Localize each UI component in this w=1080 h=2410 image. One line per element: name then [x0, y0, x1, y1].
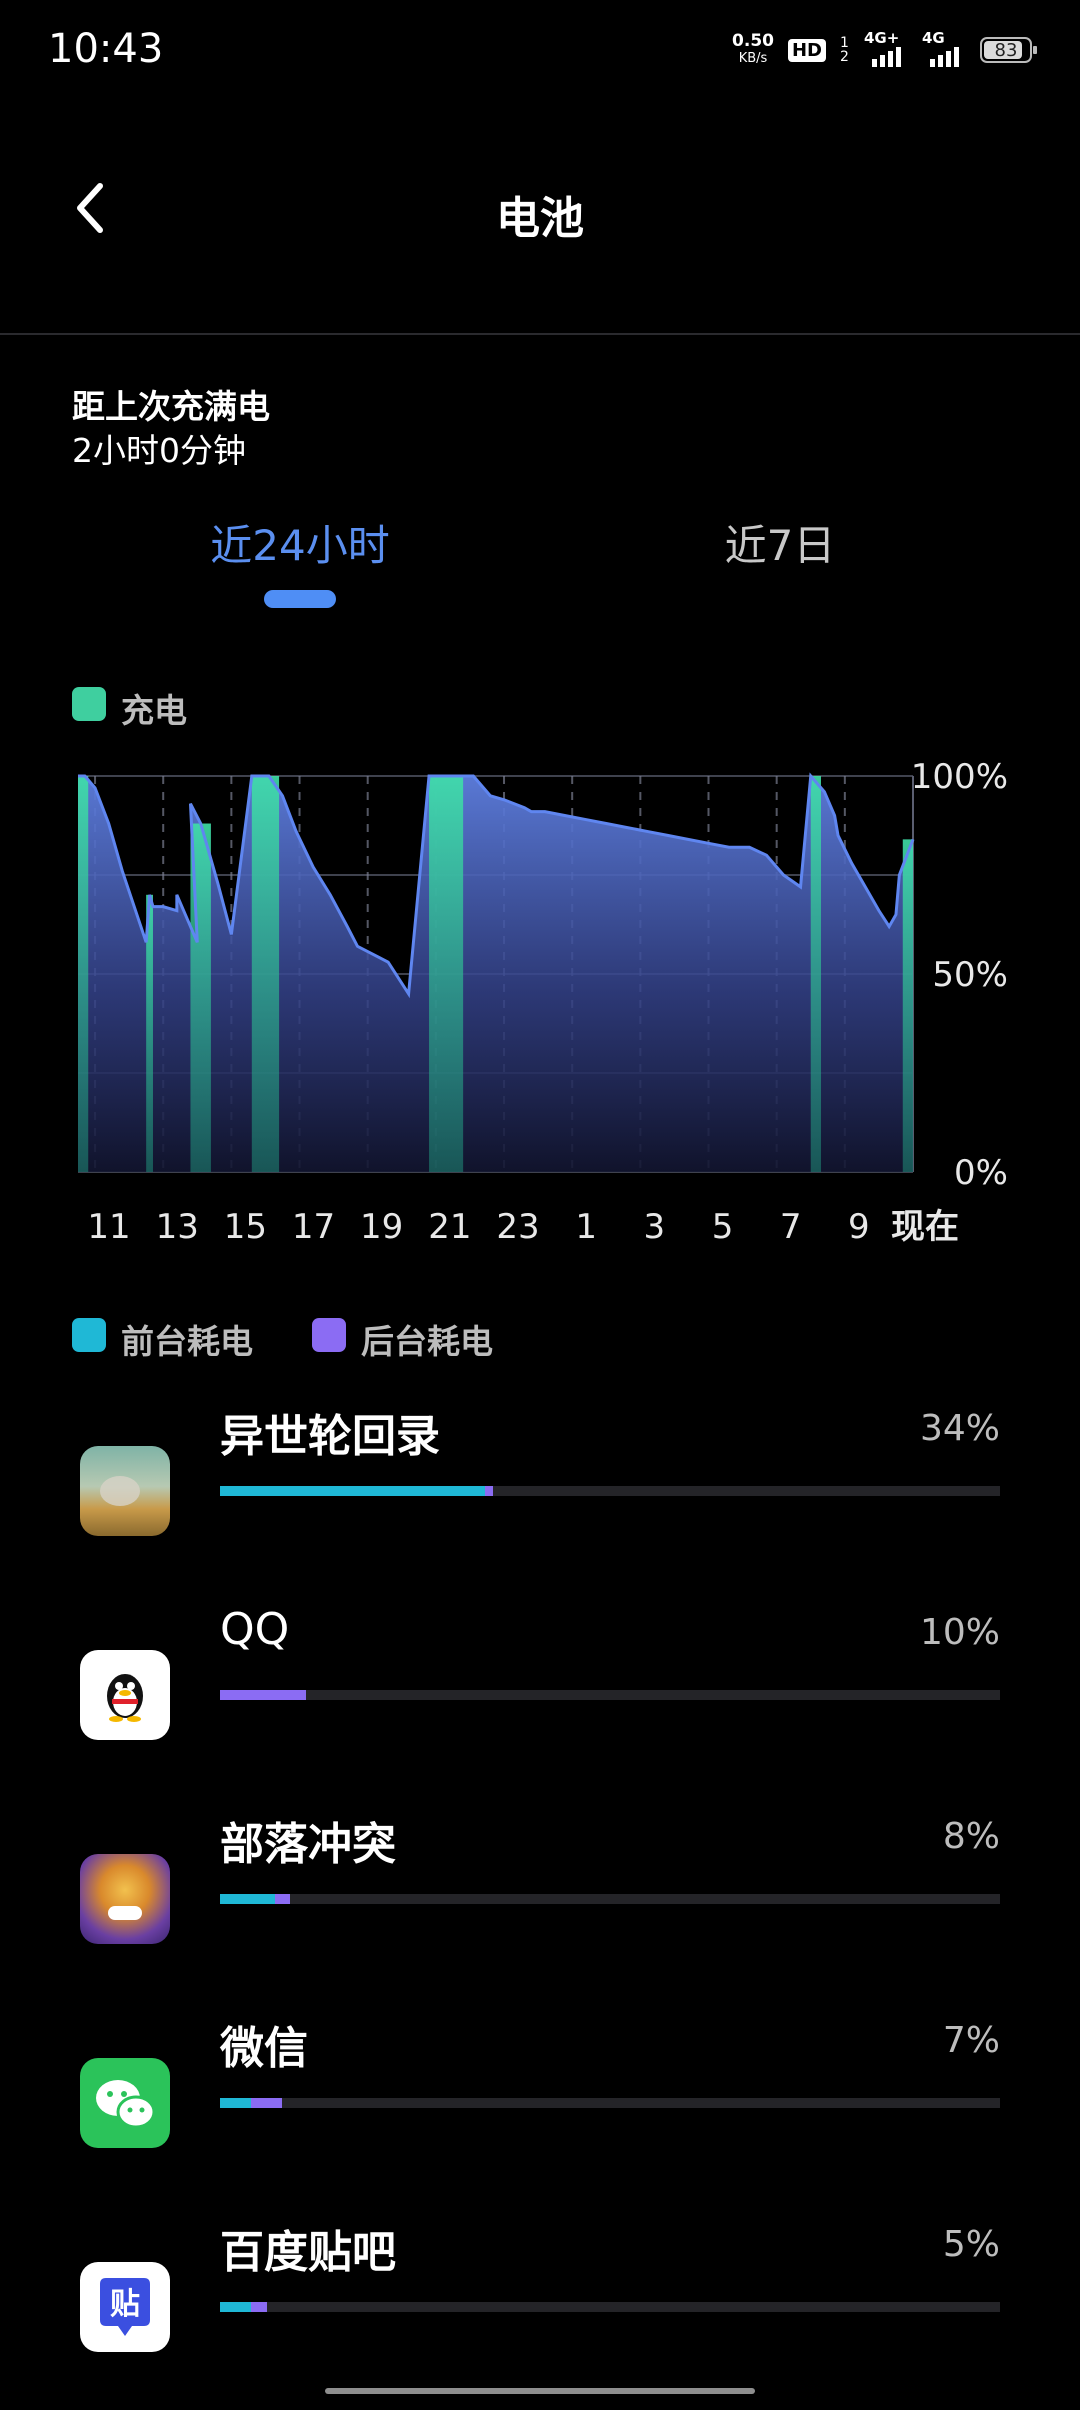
- app-row-clash[interactable]: 部落冲突 8%: [0, 1798, 1080, 2002]
- app-row-qq[interactable]: QQ 10%: [0, 1594, 1080, 1798]
- page-title: 电池: [496, 193, 584, 244]
- signal-icon-1: 4G+: [864, 29, 908, 67]
- x-tick-label: 21: [428, 1207, 471, 1247]
- charging-period-bar: [78, 776, 89, 1172]
- status-time: 10:43: [48, 26, 164, 72]
- app-name: 微信: [220, 2023, 308, 2074]
- sim-slots: 1 2: [840, 35, 849, 65]
- app-row-tieba[interactable]: 贴 百度贴吧 5%: [0, 2206, 1080, 2410]
- app-row-wechat[interactable]: 微信 7%: [0, 2002, 1080, 2206]
- x-tick-label: 19: [360, 1207, 403, 1247]
- usage-bar: [220, 2098, 1000, 2108]
- x-tick-label: 9: [848, 1207, 870, 1247]
- app-percent: 8%: [942, 1816, 1000, 1857]
- app-name: QQ: [220, 1604, 290, 1655]
- tieba-icon: 贴: [80, 2262, 170, 2352]
- charging-period-bar: [810, 776, 821, 1172]
- foreground-legend-swatch: [72, 1318, 106, 1352]
- charging-legend-swatch: [72, 687, 106, 721]
- app-percent: 10%: [919, 1612, 1000, 1653]
- app-name: 百度贴吧: [220, 2227, 396, 2278]
- wechat-icon: [80, 2058, 170, 2148]
- foreground-legend-label: 前台耗电: [121, 1322, 253, 1361]
- game-landscape-icon: [80, 1446, 170, 1536]
- battery-level: 83: [994, 39, 1018, 61]
- x-tick-label: 13: [156, 1207, 199, 1247]
- signal-1-label: 4G+: [864, 29, 900, 47]
- app-name: 部落冲突: [220, 1819, 396, 1870]
- background-usage-bar: [251, 2302, 267, 2312]
- battery-level-chart: 100%50%0% 11 13 15 17 19 21 23 1 3 5 7 9 现在: [78, 757, 1008, 1247]
- qq-penguin-icon: [80, 1650, 170, 1740]
- tab-last-7-days[interactable]: 近7日: [630, 512, 930, 573]
- home-indicator[interactable]: [325, 2388, 755, 2394]
- charging-period-bar: [429, 776, 464, 1172]
- charging-legend-label: 充电: [121, 691, 187, 730]
- background-usage-bar: [274, 1894, 291, 1904]
- foreground-usage-bar: [220, 2098, 252, 2108]
- x-tick-label: 1: [575, 1207, 597, 1247]
- app-percent: 7%: [942, 2020, 1000, 2061]
- network-speed: 0.50 KB/s: [732, 33, 774, 67]
- tab-last-24-hours[interactable]: 近24小时: [150, 512, 450, 573]
- since-full-charge-value: 2小时0分钟: [72, 431, 246, 470]
- x-tick-label: 23: [496, 1207, 539, 1247]
- usage-bar: [220, 1894, 1000, 1904]
- battery-icon: 83: [980, 37, 1037, 63]
- foreground-usage-bar: [220, 1486, 486, 1496]
- x-tick-label: 11: [87, 1207, 130, 1247]
- charging-period-bar: [251, 776, 280, 1172]
- y-tick-label: 50%: [932, 955, 1008, 995]
- x-tick-label: 5: [712, 1207, 734, 1247]
- signal-icon-2: 4G: [922, 29, 966, 67]
- tab-indicator: [264, 590, 336, 608]
- background-legend-label: 后台耗电: [361, 1322, 493, 1361]
- charging-period-bar: [902, 839, 913, 1172]
- app-percent: 34%: [919, 1408, 1000, 1449]
- background-usage-bar: [251, 2098, 283, 2108]
- background-usage-bar: [485, 1486, 493, 1496]
- x-tick-label: 15: [224, 1207, 267, 1247]
- header-divider: [0, 333, 1080, 335]
- usage-bar: [220, 1486, 1000, 1496]
- usage-bar: [220, 2302, 1000, 2312]
- app-percent: 5%: [942, 2224, 1000, 2265]
- status-icons: 0.50 KB/s HD 1 2 4G+ 4G 83: [732, 29, 1037, 70]
- background-legend-swatch: [312, 1318, 346, 1352]
- x-tick-label: 17: [292, 1207, 335, 1247]
- usage-bar: [220, 1690, 1000, 1700]
- y-tick-label: 0%: [954, 1153, 1008, 1193]
- x-tick-label: 3: [644, 1207, 666, 1247]
- clash-of-clans-icon: [80, 1854, 170, 1944]
- app-row-yishi[interactable]: 异世轮回录 34%: [0, 1390, 1080, 1594]
- hd-badge-icon: HD: [787, 38, 826, 62]
- network-speed-value: 0.50: [732, 31, 774, 51]
- since-full-charge-label: 距上次充满电: [72, 387, 270, 426]
- signal-2-label: 4G: [922, 29, 945, 47]
- svg-text:贴: 贴: [110, 2287, 140, 2322]
- foreground-usage-bar: [220, 2302, 252, 2312]
- background-usage-bar: [220, 1690, 306, 1700]
- network-speed-unit: KB/s: [738, 51, 768, 66]
- app-name: 异世轮回录: [220, 1411, 440, 1462]
- foreground-usage-bar: [220, 1894, 275, 1904]
- x-tick-label: 现在: [891, 1207, 959, 1247]
- y-tick-label: 100%: [911, 757, 1008, 797]
- x-tick-label: 7: [780, 1207, 802, 1247]
